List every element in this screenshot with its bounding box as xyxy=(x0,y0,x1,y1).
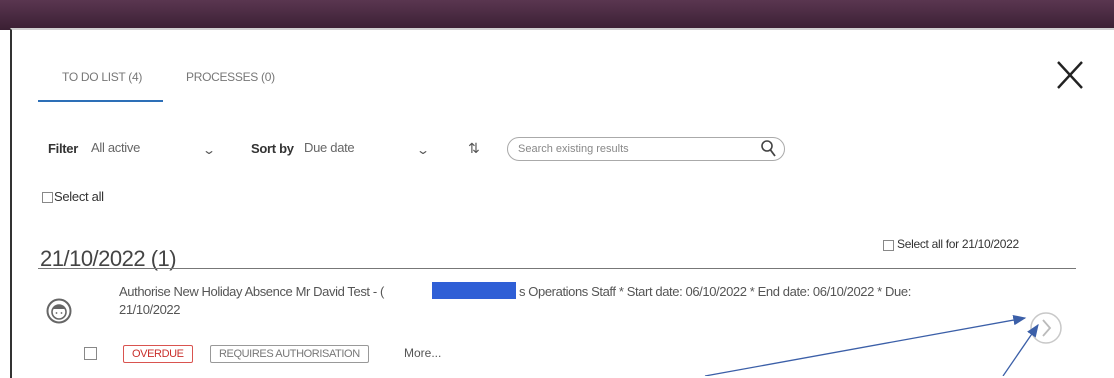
active-tab-indicator xyxy=(38,100,163,102)
task-checkbox[interactable] xyxy=(84,347,97,360)
task-title-start[interactable]: Authorise New Holiday Absence Mr David T… xyxy=(119,283,384,300)
select-all-checkbox[interactable] xyxy=(42,192,53,203)
tab-processes[interactable]: PROCESSES (0) xyxy=(186,70,275,84)
search-icon[interactable] xyxy=(760,139,778,159)
redaction-box xyxy=(432,282,516,299)
sort-value: Due date xyxy=(304,140,355,155)
task-due-date: 21/10/2022 xyxy=(119,302,181,317)
task-title-end[interactable]: s Operations Staff * Start date: 06/10/2… xyxy=(519,283,911,300)
tab-todo-list[interactable]: TO DO LIST (4) xyxy=(62,70,142,84)
divider xyxy=(38,268,1076,269)
select-all-date-checkbox[interactable] xyxy=(883,240,894,251)
sort-direction-icon[interactable]: ⇅ xyxy=(468,140,480,157)
overdue-badge: OVERDUE xyxy=(123,345,193,363)
chevron-right-icon[interactable] xyxy=(1029,311,1063,345)
select-all-date-label: Select all for 21/10/2022 xyxy=(897,237,1019,251)
search-input[interactable] xyxy=(518,140,738,158)
search-box[interactable] xyxy=(507,137,785,161)
filter-label: Filter xyxy=(48,141,78,156)
todo-panel xyxy=(10,28,1114,378)
sort-label: Sort by xyxy=(251,141,294,156)
app-header-bar xyxy=(0,0,1114,30)
filter-value: All active xyxy=(91,140,141,155)
more-link[interactable]: More... xyxy=(404,346,441,360)
chevron-down-icon[interactable]: ⌄ xyxy=(202,143,216,157)
select-all-label: Select all xyxy=(54,189,104,204)
avatar-icon xyxy=(46,298,72,324)
close-icon[interactable] xyxy=(1053,55,1087,95)
requires-authorisation-badge: REQUIRES AUTHORISATION xyxy=(210,345,369,363)
chevron-down-icon[interactable]: ⌄ xyxy=(416,143,430,157)
